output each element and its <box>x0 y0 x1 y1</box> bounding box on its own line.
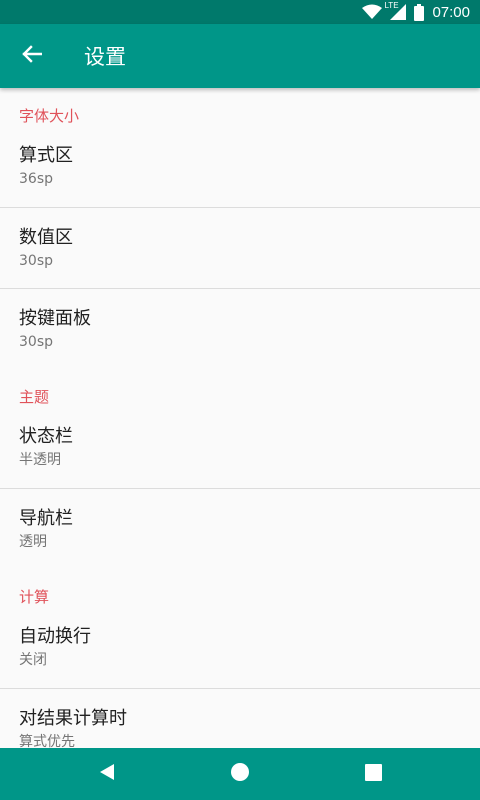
pref-summary: 透明 <box>19 533 47 550</box>
category-font-size: 字体大小 <box>19 107 80 125</box>
back-button[interactable] <box>0 24 64 88</box>
page-title: 设置 <box>84 45 126 69</box>
pref-title: 自动换行 <box>19 626 91 647</box>
pref-navigation-bar[interactable]: 导航栏 透明 <box>0 489 480 569</box>
pref-expression-area[interactable]: 算式区 36sp <box>0 140 480 207</box>
status-time: 07:00 <box>432 3 470 21</box>
status-bar: LTE 07:00 <box>0 0 480 24</box>
wifi-icon <box>362 4 383 20</box>
circle-home-icon <box>230 762 250 786</box>
pref-summary: 关闭 <box>19 652 47 668</box>
nav-recents-button[interactable] <box>343 748 403 800</box>
triangle-back-icon <box>98 763 116 785</box>
pref-status-bar[interactable]: 状态栏 半透明 <box>0 421 480 488</box>
pref-title: 数值区 <box>19 226 73 248</box>
cell-signal-icon: LTE <box>384 1 408 21</box>
arrow-back-icon <box>22 44 43 68</box>
pref-auto-wrap[interactable]: 自动换行 关闭 <box>0 621 480 688</box>
pref-summary: 算式优先 <box>19 733 75 749</box>
pref-summary: 半透明 <box>19 452 61 468</box>
pref-keypad[interactable]: 按键面板 30sp <box>0 289 480 369</box>
pref-summary: 30sp <box>19 333 53 350</box>
settings-list[interactable]: 字体大小 算式区 36sp 数值区 30sp 按键面板 30sp 主题 状态栏 … <box>0 88 480 748</box>
category-theme: 主题 <box>19 388 50 406</box>
navigation-bar <box>0 748 480 800</box>
pref-title: 状态栏 <box>19 426 73 447</box>
pref-summary: 30sp <box>19 252 53 269</box>
pref-value-area[interactable]: 数值区 30sp <box>0 208 480 288</box>
nav-home-button[interactable] <box>210 748 270 800</box>
pref-title: 导航栏 <box>19 507 73 529</box>
pref-title: 按键面板 <box>19 307 91 329</box>
category-calculation: 计算 <box>19 588 50 606</box>
pref-summary: 36sp <box>19 171 53 187</box>
app-bar: 设置 <box>0 24 480 88</box>
nav-back-button[interactable] <box>77 748 137 800</box>
pref-result-calculation[interactable]: 对结果计算时 算式优先 <box>0 689 480 749</box>
network-type-label: LTE <box>384 1 399 10</box>
battery-icon <box>414 3 425 21</box>
pref-title: 对结果计算时 <box>19 707 127 729</box>
pref-title: 算式区 <box>19 145 73 166</box>
square-recents-icon <box>364 763 382 785</box>
